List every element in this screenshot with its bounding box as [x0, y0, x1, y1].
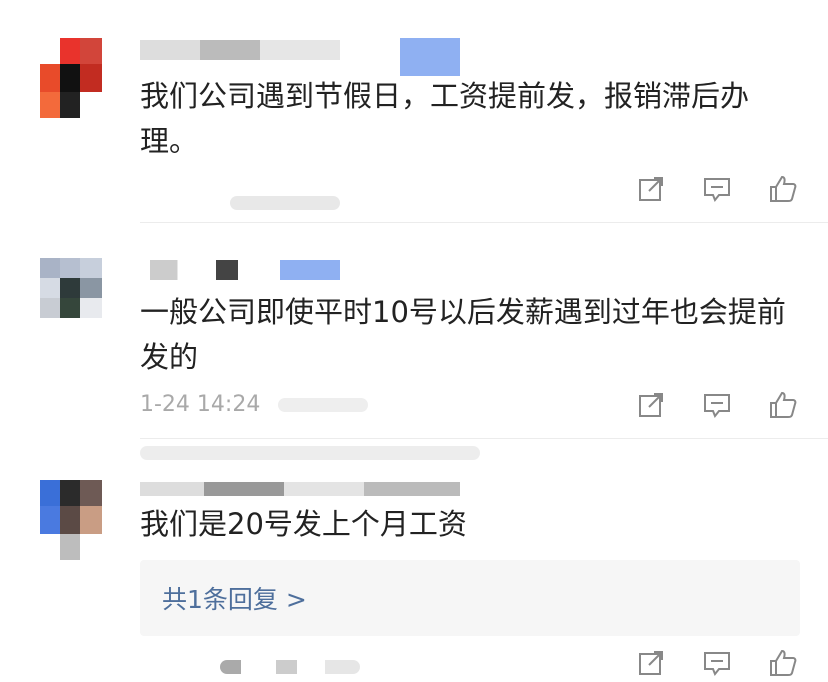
thumbs-up-icon[interactable]: [768, 174, 798, 204]
comment-icon[interactable]: [702, 174, 732, 204]
username-blurred[interactable]: [150, 260, 260, 280]
username-blurred[interactable]: [140, 40, 340, 60]
comment-actions: [636, 174, 798, 204]
comment-1: 我们公司遇到节假日，工资提前发，报销滞后办理。: [0, 0, 828, 222]
comment-actions: [636, 648, 798, 678]
location-blurred: [278, 398, 368, 412]
share-icon[interactable]: [636, 390, 666, 420]
username-blurred[interactable]: [140, 482, 460, 496]
avatar[interactable]: [40, 480, 102, 560]
comment-icon[interactable]: [702, 648, 732, 678]
user-badge-blurred: [280, 260, 340, 280]
share-icon[interactable]: [636, 174, 666, 204]
user-badge-blurred: [400, 38, 460, 76]
comment-text: 我们公司遇到节假日，工资提前发，报销滞后办理。: [140, 79, 750, 158]
comment-2: 一般公司即使平时10号以后发薪遇到过年也会提前发的 1-24 14:24: [0, 222, 828, 438]
meta-blurred: [220, 660, 360, 674]
comment-text: 一般公司即使平时10号以后发薪遇到过年也会提前发的: [140, 295, 786, 374]
share-icon[interactable]: [636, 648, 666, 678]
avatar[interactable]: [40, 38, 102, 118]
thumbs-up-icon[interactable]: [768, 648, 798, 678]
comment-text: 我们是20号发上个月工资: [140, 507, 467, 541]
meta-blurred: [230, 196, 340, 210]
view-replies-link[interactable]: 共1条回复 >: [162, 580, 307, 616]
comment-3: 我们是20号发上个月工资 共1条回复 >: [0, 438, 828, 682]
comment-icon[interactable]: [702, 390, 732, 420]
reply-summary-box[interactable]: 共1条回复 >: [140, 560, 800, 636]
thumbs-up-icon[interactable]: [768, 390, 798, 420]
comment-actions: [636, 390, 798, 420]
avatar[interactable]: [40, 258, 102, 338]
comment-timestamp: 1-24 14:24: [140, 392, 261, 417]
